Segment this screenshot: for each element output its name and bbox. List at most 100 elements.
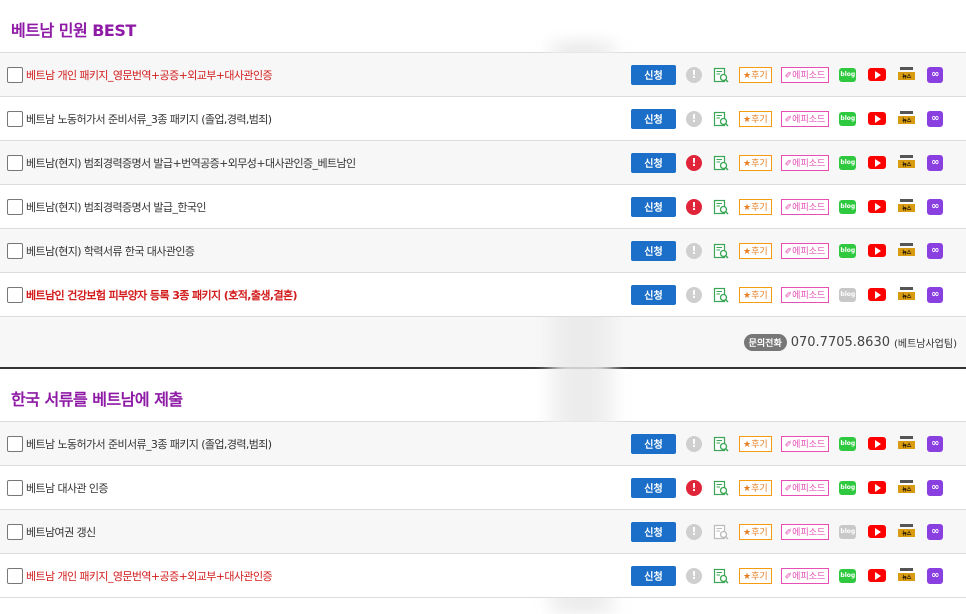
item-title[interactable]: 베트남(현지) 범죄경력증명서 발급+번역공증+외무성+대사관인증_베트남인 — [26, 155, 356, 171]
link-icon[interactable]: ∞ — [927, 198, 944, 215]
review-badge[interactable]: ★후기 — [739, 286, 772, 303]
review-badge[interactable]: ★후기 — [739, 435, 772, 452]
link-icon[interactable]: ∞ — [927, 154, 944, 171]
youtube-icon[interactable] — [868, 200, 887, 213]
apply-button[interactable]: 신청 — [631, 433, 676, 454]
item-title[interactable]: 베트남 노동허가서 준비서류_3종 패키지 (졸업,경력,범죄) — [26, 111, 272, 127]
alert-icon[interactable]: ! — [686, 286, 702, 303]
checkbox[interactable] — [7, 242, 23, 259]
youtube-icon[interactable] — [868, 156, 887, 169]
review-badge[interactable]: ★후기 — [739, 479, 772, 496]
review-badge[interactable]: ★후기 — [739, 66, 772, 83]
link-icon[interactable]: ∞ — [927, 523, 944, 540]
checkbox[interactable] — [7, 435, 23, 452]
alert-icon[interactable]: ! — [686, 567, 702, 584]
link-icon[interactable]: ∞ — [927, 479, 944, 496]
item-title[interactable]: 베트남여권 갱신 — [26, 524, 96, 540]
review-badge[interactable]: ★후기 — [739, 523, 772, 540]
link-icon[interactable]: ∞ — [927, 242, 944, 259]
document-search-icon[interactable] — [713, 436, 729, 452]
youtube-icon[interactable] — [868, 569, 887, 582]
review-badge[interactable]: ★후기 — [739, 110, 772, 127]
blog-icon[interactable]: blog — [839, 287, 857, 302]
document-search-icon[interactable] — [713, 287, 729, 303]
news-icon[interactable]: 뉴스 — [898, 67, 916, 82]
apply-button[interactable]: 신청 — [631, 477, 676, 498]
news-icon[interactable]: 뉴스 — [898, 524, 916, 539]
review-badge[interactable]: ★후기 — [739, 198, 772, 215]
item-title[interactable]: 베트남 개인 패키지_영문번역+공증+외교부+대사관인증 — [26, 568, 273, 584]
episode-badge[interactable]: ✐에피소드 — [780, 435, 830, 452]
document-search-icon[interactable] — [713, 67, 729, 83]
apply-button[interactable]: 신청 — [631, 108, 676, 129]
apply-button[interactable]: 신청 — [631, 64, 676, 85]
episode-badge[interactable]: ✐에피소드 — [780, 242, 830, 259]
checkbox[interactable] — [7, 110, 23, 127]
contact-phone[interactable]: 070.7705.8630 — [791, 335, 890, 350]
checkbox[interactable] — [7, 66, 23, 83]
item-title[interactable]: 베트남(현지) 범죄경력증명서 발급_한국인 — [26, 199, 207, 215]
news-icon[interactable]: 뉴스 — [898, 480, 916, 495]
link-icon[interactable]: ∞ — [927, 567, 944, 584]
document-search-icon[interactable] — [713, 568, 729, 584]
link-icon[interactable]: ∞ — [927, 435, 944, 452]
apply-button[interactable]: 신청 — [631, 565, 676, 586]
alert-icon[interactable]: ! — [686, 154, 702, 171]
review-badge[interactable]: ★후기 — [739, 567, 772, 584]
alert-icon[interactable]: ! — [686, 479, 702, 496]
checkbox[interactable] — [7, 154, 23, 171]
blog-icon[interactable]: blog — [839, 524, 857, 539]
document-search-icon[interactable] — [713, 524, 729, 540]
episode-badge[interactable]: ✐에피소드 — [780, 479, 830, 496]
document-search-icon[interactable] — [713, 111, 729, 127]
apply-button[interactable]: 신청 — [631, 152, 676, 173]
news-icon[interactable]: 뉴스 — [898, 568, 916, 583]
alert-icon[interactable]: ! — [686, 435, 702, 452]
item-title[interactable]: 베트남 대사관 인증 — [26, 480, 109, 496]
checkbox[interactable] — [7, 523, 23, 540]
blog-icon[interactable]: blog — [839, 243, 857, 258]
youtube-icon[interactable] — [868, 481, 887, 494]
episode-badge[interactable]: ✐에피소드 — [780, 110, 830, 127]
checkbox[interactable] — [7, 567, 23, 584]
blog-icon[interactable]: blog — [839, 568, 857, 583]
document-search-icon[interactable] — [713, 243, 729, 259]
episode-badge[interactable]: ✐에피소드 — [780, 567, 830, 584]
review-badge[interactable]: ★후기 — [739, 242, 772, 259]
youtube-icon[interactable] — [868, 525, 887, 538]
alert-icon[interactable]: ! — [686, 523, 702, 540]
checkbox[interactable] — [7, 479, 23, 496]
episode-badge[interactable]: ✐에피소드 — [780, 154, 830, 171]
news-icon[interactable]: 뉴스 — [898, 287, 916, 302]
blog-icon[interactable]: blog — [839, 67, 857, 82]
checkbox[interactable] — [7, 286, 23, 303]
item-title[interactable]: 베트남인 건강보험 피부양자 등록 3종 패키지 (호적,출생,결혼) — [26, 287, 298, 303]
blog-icon[interactable]: blog — [839, 436, 857, 451]
review-badge[interactable]: ★후기 — [739, 154, 772, 171]
link-icon[interactable]: ∞ — [927, 66, 944, 83]
youtube-icon[interactable] — [868, 112, 887, 125]
document-search-icon[interactable] — [713, 199, 729, 215]
item-title[interactable]: 베트남 개인 패키지_영문번역+공증+외교부+대사관인증 — [26, 67, 273, 83]
news-icon[interactable]: 뉴스 — [898, 111, 916, 126]
apply-button[interactable]: 신청 — [631, 240, 676, 261]
document-search-icon[interactable] — [713, 480, 729, 496]
document-search-icon[interactable] — [713, 155, 729, 171]
apply-button[interactable]: 신청 — [631, 196, 676, 217]
link-icon[interactable]: ∞ — [927, 110, 944, 127]
blog-icon[interactable]: blog — [839, 111, 857, 126]
alert-icon[interactable]: ! — [686, 66, 702, 83]
youtube-icon[interactable] — [868, 244, 887, 257]
alert-icon[interactable]: ! — [686, 198, 702, 215]
news-icon[interactable]: 뉴스 — [898, 436, 916, 451]
youtube-icon[interactable] — [868, 68, 887, 81]
checkbox[interactable] — [7, 198, 23, 215]
blog-icon[interactable]: blog — [839, 480, 857, 495]
news-icon[interactable]: 뉴스 — [898, 199, 916, 214]
episode-badge[interactable]: ✐에피소드 — [780, 523, 830, 540]
episode-badge[interactable]: ✐에피소드 — [780, 198, 830, 215]
youtube-icon[interactable] — [868, 288, 887, 301]
item-title[interactable]: 베트남 노동허가서 준비서류_3종 패키지 (졸업,경력,범죄) — [26, 436, 272, 452]
alert-icon[interactable]: ! — [686, 110, 702, 127]
apply-button[interactable]: 신청 — [631, 521, 676, 542]
